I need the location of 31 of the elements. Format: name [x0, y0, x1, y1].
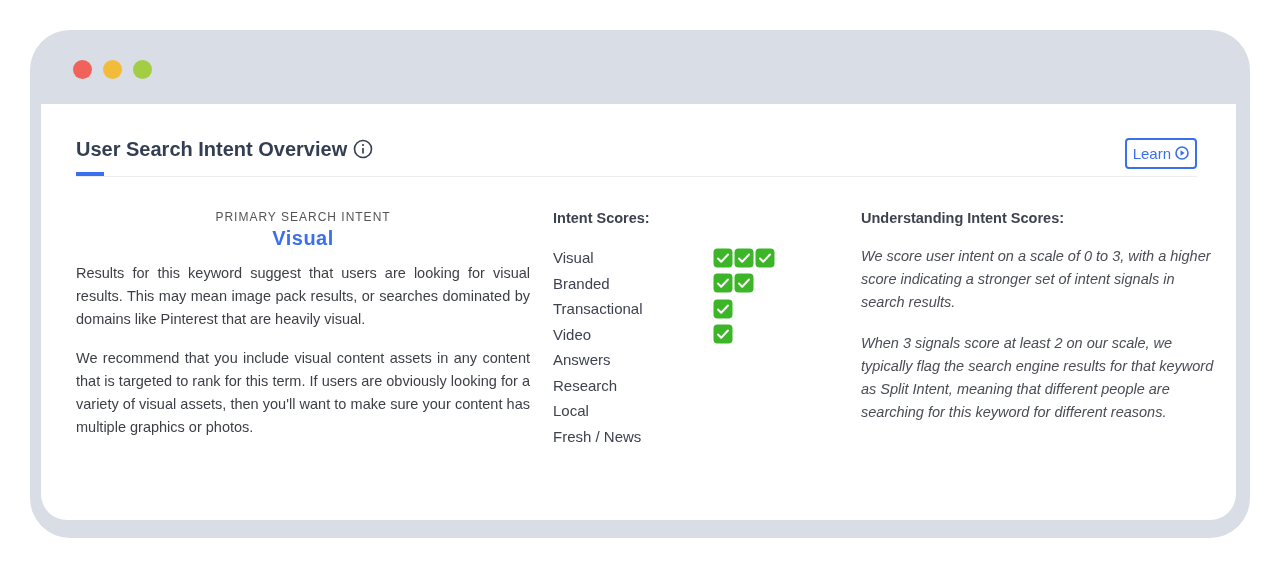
intent-name: Research [553, 376, 619, 394]
window-control-button[interactable] [133, 59, 152, 79]
learn-button[interactable]: Learn [1124, 137, 1197, 169]
section-title: User Search Intent Overview [76, 137, 348, 161]
checkmark-icon [734, 273, 754, 294]
intent-name: Video [553, 325, 593, 343]
explanation-paragraph: We score user intent on a scale of 0 to 3, with a higher score indicating a stronger set of intent signals in search results. [861, 247, 1212, 312]
play-icon [1175, 146, 1189, 160]
info-icon[interactable] [353, 139, 374, 159]
window-control-button[interactable] [73, 59, 92, 79]
description-paragraph: We recommend that you include visual content assets in any content that is targeted to rank for this term. If users are obviously looking for a variety of visual assets, then you'll want to make sure your content has multiple graphics or photos. [76, 349, 530, 437]
checkmark-icon [713, 273, 733, 294]
intent-name: Branded [553, 274, 611, 292]
checkmark-icon [713, 298, 733, 319]
primary-intent-value: Visual [271, 227, 335, 250]
explanation-title: Understanding Intent Scores: [861, 210, 1066, 226]
checkmark-icon [713, 324, 733, 345]
intent-name: Fresh / News [553, 427, 643, 445]
checkmark-icon [734, 247, 754, 268]
window-control-button[interactable] [103, 59, 122, 79]
intent-name: Local [553, 402, 590, 420]
checkmark-icon [713, 247, 733, 268]
explanation-paragraph: When 3 signals score at least 2 on our scale, we typically flag the search engine results for that keyword as Split Intent, meaning that different people are searching for this keyword for different reasons. [861, 334, 1215, 422]
description-paragraph: Results for this keyword suggest that users are looking for visual results. This may mean image pack results, or searches dominated by domains like Pinterest that are heavily visual. [76, 264, 530, 329]
intent-name: Transactional [553, 300, 644, 318]
intent-name: Visual [553, 249, 595, 267]
scores-title: Intent Scores: [553, 210, 651, 226]
checkmark-icon [755, 247, 775, 268]
active-indicator [76, 172, 104, 176]
primary-intent-label: PRIMARY SEARCH INTENT [214, 210, 392, 224]
intent-name: Answers [553, 351, 612, 369]
